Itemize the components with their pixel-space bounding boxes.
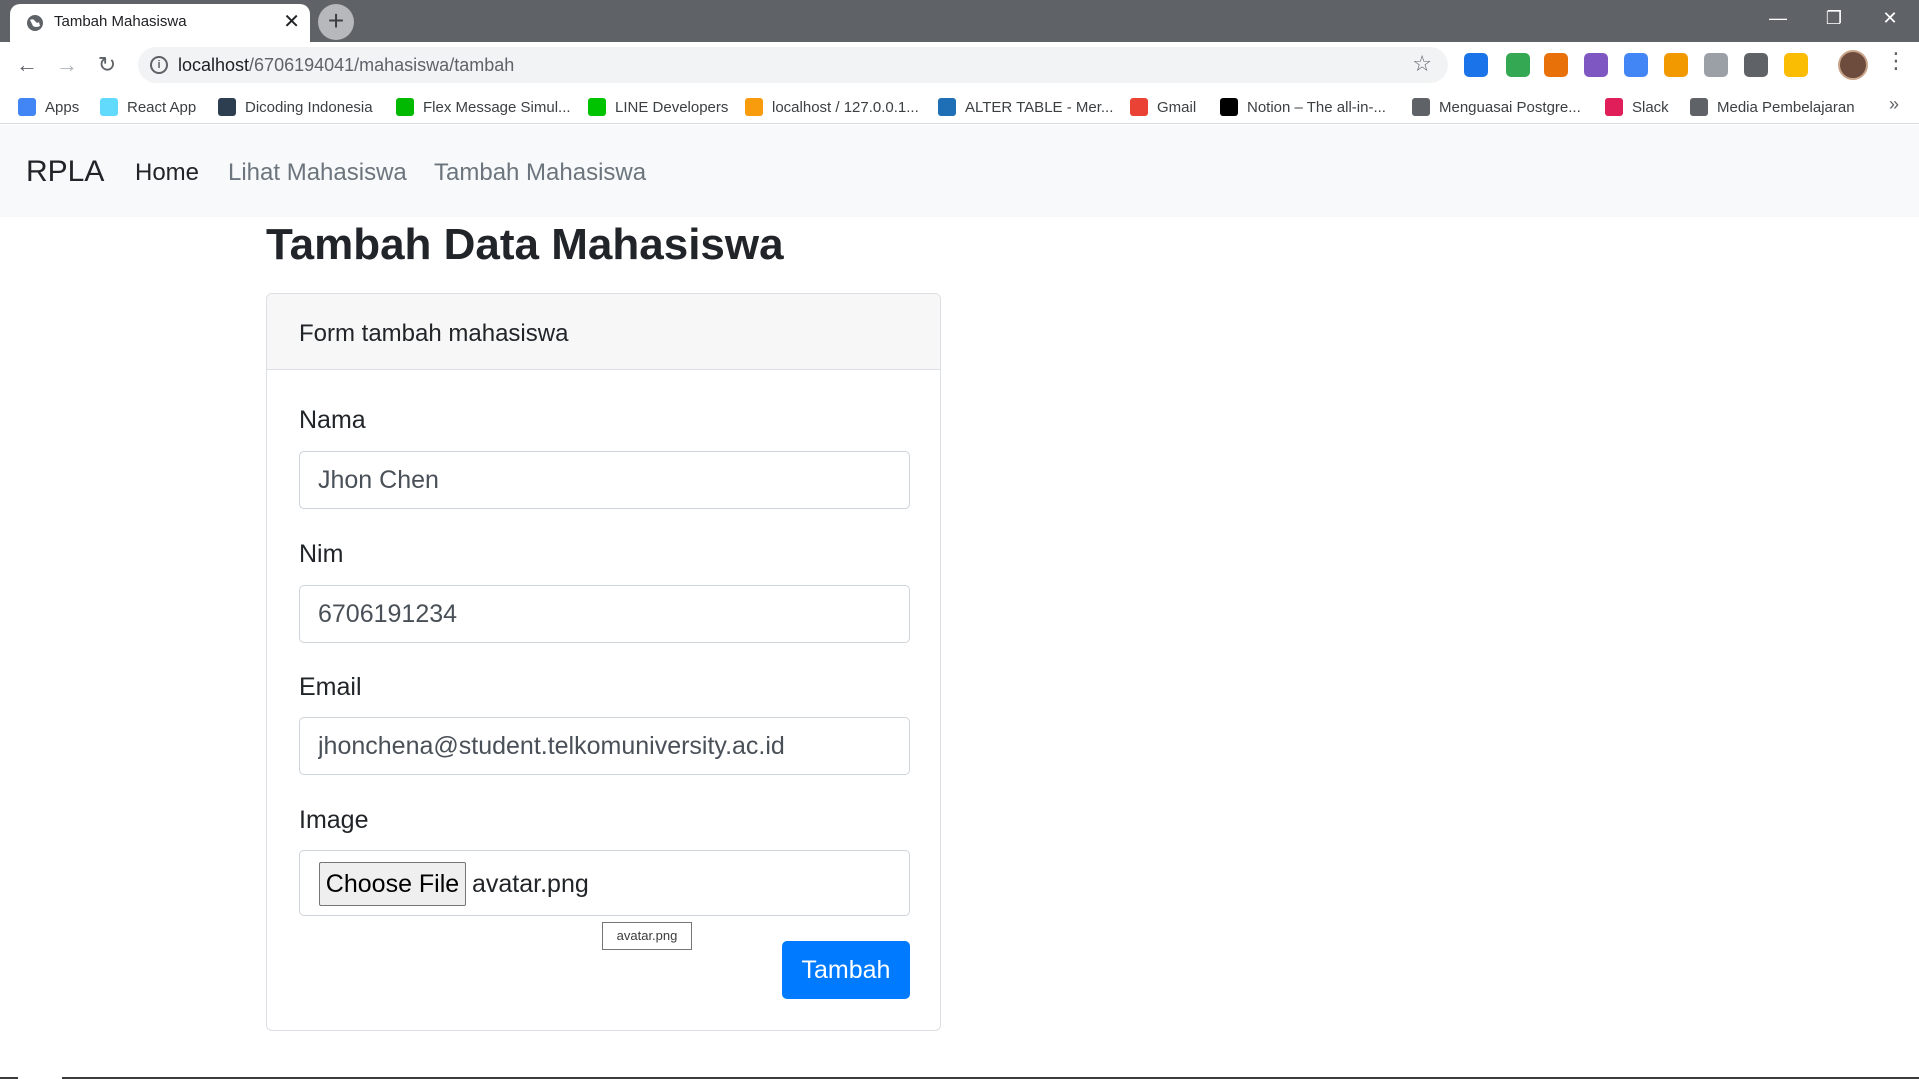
bookmark-item[interactable]: Notion – The all-in-...: [1220, 96, 1386, 118]
new-tab-button[interactable]: +: [318, 4, 354, 40]
address-bar[interactable]: i localhost/6706194041/mahasiswa/tambah …: [138, 47, 1448, 83]
code-icon: [396, 98, 414, 116]
email-label: Email: [299, 673, 362, 701]
bookmark-item[interactable]: Apps: [18, 96, 79, 118]
bookmark-item[interactable]: React App: [100, 96, 196, 118]
nim-label: Nim: [299, 540, 344, 568]
bookmark-label: Flex Message Simul...: [423, 98, 571, 116]
globe-icon: [1690, 98, 1708, 116]
bookmark-label: Dicoding Indonesia: [245, 98, 373, 116]
tab-close-icon[interactable]: ✕: [283, 9, 300, 35]
cookie-icon[interactable]: [1664, 53, 1688, 77]
bookmark-label: localhost / 127.0.0.1...: [772, 98, 919, 116]
bookmark-item[interactable]: Menguasai Postgre...: [1412, 96, 1581, 118]
url-host: localhost: [178, 55, 250, 75]
dicoding-icon: [218, 98, 236, 116]
bookmark-item[interactable]: Flex Message Simul...: [396, 96, 571, 118]
extension-monitor-icon[interactable]: [1506, 53, 1530, 77]
globe-icon: [27, 15, 43, 31]
bookmark-label: Slack: [1632, 98, 1669, 116]
card-header: Form tambah mahasiswa: [267, 294, 940, 370]
profile-avatar[interactable]: [1838, 50, 1868, 80]
site-navbar: RPLA Home Lihat Mahasiswa Tambah Mahasis…: [0, 125, 1919, 217]
phpmyadmin-icon: [745, 98, 763, 116]
bookmark-item[interactable]: Gmail: [1130, 96, 1196, 118]
card-header-title: Form tambah mahasiswa: [299, 320, 569, 347]
url-path: /6706194041/mahasiswa/tambah: [249, 55, 515, 75]
page-title: Tambah Data Mahasiswa: [266, 220, 784, 269]
browser-tab-strip: Tambah Mahasiswa ✕ + — ❐ ✕: [0, 0, 1919, 42]
bookmark-item[interactable]: Media Pembelajaran: [1690, 96, 1855, 118]
navbar-brand[interactable]: RPLA: [26, 155, 104, 189]
react-icon: [100, 98, 118, 116]
nama-label: Nama: [299, 406, 366, 434]
bookmarks-more-icon[interactable]: »: [1889, 94, 1899, 115]
close-window-button[interactable]: ✕: [1862, 0, 1918, 36]
gmail-icon: [1130, 98, 1148, 116]
image-label: Image: [299, 806, 369, 834]
pin-ext-icon[interactable]: [1784, 53, 1808, 77]
selected-file-name: avatar.png: [472, 870, 589, 898]
email-input[interactable]: [299, 717, 910, 775]
bookmark-label: React App: [127, 98, 197, 116]
globe-ext-icon[interactable]: [1584, 53, 1608, 77]
form-card: Form tambah mahasiswa Nama Nim Email Ima…: [266, 293, 941, 1031]
bookmark-item[interactable]: localhost / 127.0.0.1...: [745, 96, 919, 118]
tambah-button[interactable]: Tambah: [782, 941, 910, 999]
bookmark-item[interactable]: ALTER TABLE - Mer...: [938, 96, 1113, 118]
bookmarks-bar: Apps React App Dicoding Indonesia Flex Mess…: [0, 88, 1919, 124]
feather-icon: [1412, 98, 1430, 116]
nav-link-lihat-mahasiswa[interactable]: Lihat Mahasiswa: [228, 159, 407, 187]
nav-link-tambah-mahasiswa[interactable]: Tambah Mahasiswa: [434, 159, 646, 187]
notion-icon: [1220, 98, 1238, 116]
bookmark-label: Apps: [45, 98, 80, 116]
settings-ext-icon[interactable]: [1704, 53, 1728, 77]
bookmark-label: Menguasai Postgre...: [1439, 98, 1581, 116]
translate-icon[interactable]: [1464, 53, 1488, 77]
chat-ext-icon[interactable]: [1624, 53, 1648, 77]
reload-icon[interactable]: ↻: [92, 50, 122, 80]
choose-file-button[interactable]: Choose File: [319, 862, 466, 906]
bookmark-item[interactable]: Dicoding Indonesia: [218, 96, 373, 118]
globe-icon: [938, 98, 956, 116]
image-file-input[interactable]: Choose File avatar.png: [299, 850, 910, 916]
nim-input[interactable]: [299, 585, 910, 643]
bookmark-star-icon[interactable]: ☆: [1412, 51, 1432, 77]
cast-icon[interactable]: [1544, 53, 1568, 77]
bookmark-label: Media Pembelajaran: [1717, 98, 1855, 116]
minimize-button[interactable]: —: [1750, 0, 1806, 36]
forward-icon[interactable]: →: [52, 50, 82, 80]
apps-grid-icon: [18, 98, 36, 116]
bookmark-label: Notion – The all-in-...: [1247, 98, 1386, 116]
bookmark-label: Gmail: [1157, 98, 1197, 116]
nav-link-home[interactable]: Home: [135, 159, 199, 187]
info-icon[interactable]: i: [150, 56, 168, 74]
url-text[interactable]: localhost/6706194041/mahasiswa/tambah: [178, 55, 514, 76]
nama-input[interactable]: [299, 451, 910, 509]
line-icon: [588, 98, 606, 116]
browser-tab[interactable]: Tambah Mahasiswa ✕: [10, 4, 310, 42]
menu-kebab-icon[interactable]: ⋮: [1885, 48, 1907, 74]
file-name-tooltip: avatar.png: [602, 922, 692, 950]
bookmark-item[interactable]: LINE Developers: [588, 96, 728, 118]
bookmark-item[interactable]: Slack: [1605, 96, 1669, 118]
bookmark-label: LINE Developers: [615, 98, 729, 116]
back-icon[interactable]: ←: [12, 50, 42, 80]
restore-button[interactable]: ❐: [1806, 0, 1862, 36]
slack-icon: [1605, 98, 1623, 116]
tab-title: Tambah Mahasiswa: [54, 13, 187, 30]
browser-toolbar: ← → ↻ i localhost/6706194041/mahasiswa/t…: [0, 42, 1919, 88]
function-icon[interactable]: [1744, 53, 1768, 77]
bookmark-label: ALTER TABLE - Mer...: [965, 98, 1114, 116]
